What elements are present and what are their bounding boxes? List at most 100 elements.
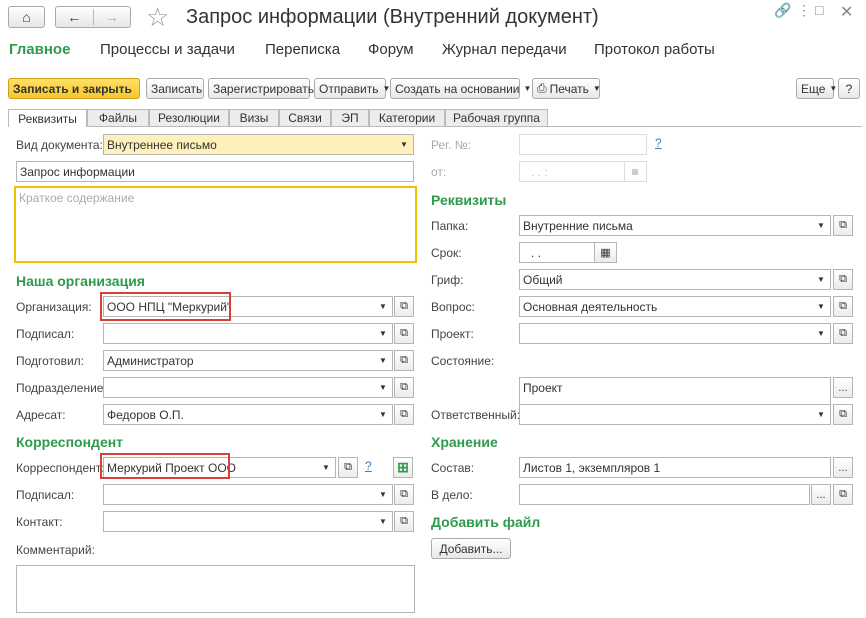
requisites-header: Реквизиты xyxy=(431,192,507,208)
home-button[interactable]: ⌂ xyxy=(8,6,45,28)
tab-files[interactable]: Файлы xyxy=(87,109,149,126)
chevron-down-icon[interactable]: ▼ xyxy=(374,485,392,504)
calendar-icon: ▦ xyxy=(600,247,611,259)
composition-select-button[interactable]: ... xyxy=(833,457,853,478)
signed-open-button[interactable]: ⧉ xyxy=(394,323,414,344)
corr-signed-label: Подписал: xyxy=(16,488,75,502)
section-processes[interactable]: Процессы и задачи xyxy=(100,41,235,58)
summary-textarea[interactable]: Краткое содержание xyxy=(14,186,417,263)
addressee-value: Федоров О.П. xyxy=(107,408,184,422)
to-case-select-button[interactable]: ... xyxy=(811,484,831,505)
chevron-down-icon[interactable]: ▼ xyxy=(374,324,392,343)
corr-signed-open-button[interactable]: ⧉ xyxy=(394,484,414,505)
org-open-button[interactable]: ⧉ xyxy=(394,296,414,317)
question-field[interactable]: Основная деятельность ▼ xyxy=(519,296,831,317)
prepared-field[interactable]: Администратор ▼ xyxy=(103,350,393,371)
maximize-icon[interactable]: □ xyxy=(815,2,823,18)
send-button[interactable]: Отправить ▼ xyxy=(314,78,390,99)
close-icon[interactable]: ✕ xyxy=(840,2,853,22)
chevron-down-icon[interactable]: ▼ xyxy=(374,351,392,370)
section-work-protocol[interactable]: Протокол работы xyxy=(594,41,715,58)
dept-field[interactable]: ▼ xyxy=(103,377,393,398)
calendar-icon: ▦ xyxy=(624,162,645,181)
to-case-field[interactable] xyxy=(519,484,810,505)
state-select-button[interactable]: ... xyxy=(833,377,853,398)
question-value: Основная деятельность xyxy=(523,300,658,314)
section-main[interactable]: Главное xyxy=(9,41,70,58)
create-based-button[interactable]: Создать на основании ▼ xyxy=(390,78,531,99)
title-field[interactable]: Запрос информации xyxy=(16,161,414,182)
highlight-box-org xyxy=(100,292,231,321)
chevron-down-icon[interactable]: ▼ xyxy=(395,135,413,154)
chevron-down-icon[interactable]: ▼ xyxy=(374,378,392,397)
tab-work-group[interactable]: Рабочая группа xyxy=(445,109,548,126)
chevron-down-icon[interactable]: ▼ xyxy=(812,216,830,235)
chevron-down-icon[interactable]: ▼ xyxy=(812,297,830,316)
open-icon: ⧉ xyxy=(839,300,847,312)
folder-field[interactable]: Внутренние письма ▼ xyxy=(519,215,831,236)
signed-field[interactable]: ▼ xyxy=(103,323,393,344)
open-icon: ⧉ xyxy=(839,273,847,285)
contact-open-button[interactable]: ⧉ xyxy=(394,511,414,532)
corr-signed-field[interactable]: ▼ xyxy=(103,484,393,505)
our-org-header: Наша организация xyxy=(16,273,145,289)
correspondent-help-link[interactable]: ? xyxy=(365,459,372,473)
tab-categories[interactable]: Категории xyxy=(369,109,445,126)
reg-no-label: Рег. №: xyxy=(431,138,471,152)
save-and-close-button[interactable]: Записать и закрыть xyxy=(8,78,140,99)
comment-textarea[interactable] xyxy=(16,565,415,613)
chevron-down-icon[interactable]: ▼ xyxy=(812,405,830,424)
deadline-calendar-button[interactable]: ▦ xyxy=(594,242,617,263)
star-icon[interactable]: ☆ xyxy=(146,2,169,32)
chevron-down-icon[interactable]: ▼ xyxy=(374,297,392,316)
chevron-down-icon[interactable]: ▼ xyxy=(374,512,392,531)
chevron-down-icon: ▼ xyxy=(829,84,838,93)
question-open-button[interactable]: ⧉ xyxy=(833,296,853,317)
addressee-field[interactable]: Федоров О.П. ▼ xyxy=(103,404,393,425)
responsible-field[interactable]: ▼ xyxy=(519,404,831,425)
addressee-open-button[interactable]: ⧉ xyxy=(394,404,414,425)
save-button[interactable]: Записать xyxy=(146,78,204,99)
reg-no-help-link[interactable]: ? xyxy=(655,136,662,150)
help-button[interactable]: ? xyxy=(838,78,860,99)
tab-resolutions[interactable]: Резолюции xyxy=(149,109,229,126)
chevron-down-icon[interactable]: ▼ xyxy=(317,458,335,477)
project-open-button[interactable]: ⧉ xyxy=(833,323,853,344)
to-case-open-button[interactable]: ⧉ xyxy=(833,484,853,505)
more-button[interactable]: Еще ▼ xyxy=(796,78,838,99)
dept-open-button[interactable]: ⧉ xyxy=(394,377,414,398)
section-transfer-log[interactable]: Журнал передачи xyxy=(442,41,567,58)
responsible-open-button[interactable]: ⧉ xyxy=(833,404,853,425)
tab-visas[interactable]: Визы xyxy=(229,109,279,126)
link-icon[interactable]: 🔗 xyxy=(774,2,791,19)
chevron-down-icon[interactable]: ▼ xyxy=(812,324,830,343)
tab-requisites[interactable]: Реквизиты xyxy=(8,109,87,127)
add-file-button[interactable]: Добавить... xyxy=(431,538,511,559)
arrow-right-icon[interactable]: → xyxy=(94,9,131,25)
prepared-open-button[interactable]: ⧉ xyxy=(394,350,414,371)
composition-field[interactable]: Листов 1, экземпляров 1 xyxy=(519,457,831,478)
deadline-value: . . xyxy=(531,246,542,260)
doc-type-field[interactable]: Внутреннее письмо ▼ xyxy=(103,134,414,155)
reg-no-field xyxy=(519,134,647,155)
chevron-down-icon[interactable]: ▼ xyxy=(374,405,392,424)
contact-field[interactable]: ▼ xyxy=(103,511,393,532)
section-forum[interactable]: Форум xyxy=(368,41,414,58)
open-icon: ⧉ xyxy=(839,327,847,339)
menu-icon[interactable]: ⋮ xyxy=(797,2,811,19)
print-button[interactable]: ⎙ Печать ▼ xyxy=(532,78,601,99)
from-label: от: xyxy=(431,165,447,179)
correspondent-open-button[interactable]: ⧉ xyxy=(338,457,358,478)
section-correspondence[interactable]: Переписка xyxy=(265,41,340,58)
tabs-divider xyxy=(8,126,862,127)
grif-open-button[interactable]: ⧉ xyxy=(833,269,853,290)
folder-open-button[interactable]: ⧉ xyxy=(833,215,853,236)
register-button[interactable]: Зарегистрировать xyxy=(208,78,314,99)
arrow-left-icon[interactable]: ← xyxy=(56,9,94,25)
grif-field[interactable]: Общий ▼ xyxy=(519,269,831,290)
chevron-down-icon[interactable]: ▼ xyxy=(812,270,830,289)
add-correspondent-button[interactable]: ⊞ xyxy=(393,457,413,478)
tab-links[interactable]: Связи xyxy=(279,109,331,126)
project-field[interactable]: ▼ xyxy=(519,323,831,344)
tab-signature[interactable]: ЭП xyxy=(331,109,369,126)
